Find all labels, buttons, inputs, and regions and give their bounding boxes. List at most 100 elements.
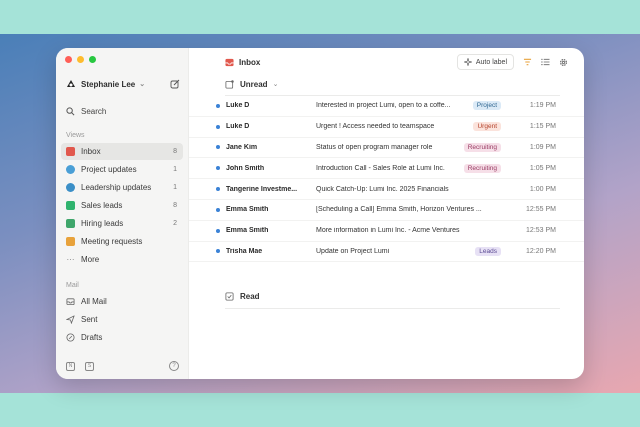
send-icon <box>66 315 75 324</box>
label-tag-recruiting: Recruiting <box>463 142 501 152</box>
read-group: Read <box>225 289 560 309</box>
sidebar-item-count: 1 <box>173 166 177 173</box>
filter-icon[interactable] <box>523 58 532 66</box>
email-row[interactable]: John Smith Introduction Call - Sales Rol… <box>189 158 584 180</box>
sidebar-item-label: Inbox <box>81 147 101 156</box>
close-window-button[interactable] <box>65 56 72 63</box>
unread-dot <box>216 228 220 233</box>
app-window: Stephanie Lee ⌄ Search Views Inbox 8 Pro… <box>56 48 584 379</box>
unread-dot <box>216 124 220 129</box>
search-icon <box>66 106 75 115</box>
info-icon <box>66 183 75 192</box>
search-label: Search <box>81 106 107 116</box>
draft-icon <box>66 333 75 342</box>
email-row[interactable]: Emma Smith [Scheduling a Call] Emma Smit… <box>189 200 584 221</box>
unread-dot <box>216 166 220 171</box>
unread-dot <box>216 145 220 150</box>
unread-dot <box>216 187 220 192</box>
sidebar-footer: N S ? <box>66 361 179 371</box>
label-tag-leads: Leads <box>475 246 501 256</box>
email-sender: Luke D <box>226 123 250 131</box>
email-subject: More information in Lumi Inc. - Acme Ven… <box>316 227 460 235</box>
label-tag-project: Project <box>472 101 501 111</box>
email-subject: Introduction Call - Sales Role at Lumi I… <box>316 164 445 172</box>
email-time: 12:53 PM <box>526 227 556 235</box>
sidebar-item-more[interactable]: ··· More <box>61 251 183 268</box>
calendar-app-icon[interactable]: S <box>85 361 94 371</box>
email-row[interactable]: Jane Kim Status of open program manager … <box>189 138 584 159</box>
at-icon <box>66 165 75 174</box>
sidebar-item-sales-leads[interactable]: Sales leads 8 <box>61 197 183 214</box>
sidebar-item-label: Meeting requests <box>81 237 143 246</box>
tray-icon <box>66 298 75 306</box>
sidebar-item-label: Drafts <box>81 333 103 342</box>
sidebar-item-label: Hiring leads <box>81 219 124 228</box>
zoom-window-button[interactable] <box>89 56 96 63</box>
inbox-icon <box>66 147 75 156</box>
divider <box>225 308 560 309</box>
gear-icon[interactable] <box>559 58 568 67</box>
read-group-label: Read <box>240 291 260 301</box>
sidebar: Stephanie Lee ⌄ Search Views Inbox 8 Pro… <box>56 48 189 379</box>
compose-icon[interactable] <box>170 79 180 89</box>
email-subject: Update on Project Lumi <box>316 247 390 255</box>
sidebar-item-project-updates[interactable]: Project updates 1 <box>61 161 183 178</box>
email-sender: Luke D <box>226 102 250 110</box>
sidebar-item-count: 8 <box>173 148 177 155</box>
sidebar-item-inbox[interactable]: Inbox 8 <box>61 143 183 160</box>
unread-group-toggle[interactable]: Unread ⌄ <box>225 77 584 91</box>
email-sender: Emma Smith <box>226 206 269 214</box>
notion-icon[interactable]: N <box>66 361 75 371</box>
minimize-window-button[interactable] <box>77 56 84 63</box>
search-item[interactable]: Search <box>56 104 188 118</box>
sidebar-item-drafts[interactable]: Drafts <box>61 329 183 346</box>
calendar-icon <box>66 237 75 246</box>
window-controls <box>56 56 188 66</box>
sidebar-item-sent[interactable]: Sent <box>61 311 183 328</box>
email-subject: Urgent ! Access needed to teamspace <box>316 123 435 131</box>
email-row[interactable]: Tangerine Investme... Quick Catch-Up: Lu… <box>189 179 584 200</box>
sidebar-item-meeting-requests[interactable]: Meeting requests <box>61 233 183 250</box>
email-sender: Jane Kim <box>226 143 258 151</box>
mail-icon <box>66 201 75 210</box>
email-row[interactable]: Luke D Urgent ! Access needed to teamspa… <box>189 117 584 138</box>
sparkle-icon <box>463 58 472 66</box>
sidebar-item-label: Sent <box>81 315 98 324</box>
unread-dot <box>216 249 220 254</box>
read-group-toggle[interactable]: Read <box>225 289 560 303</box>
email-row[interactable]: Luke D Interested in project Lumi, open … <box>189 96 584 117</box>
email-subject: Interested in project Lumi, open to a co… <box>316 102 451 110</box>
mail-list: All Mail Sent Drafts <box>56 293 188 346</box>
sidebar-item-count: 2 <box>173 220 177 227</box>
chevron-down-icon: ⌄ <box>139 81 146 88</box>
sidebar-item-label: Leadership updates <box>81 183 152 192</box>
email-subject: Quick Catch-Up: Lumi Inc. 2025 Financial… <box>316 185 449 193</box>
main-header: Inbox Auto label <box>189 49 584 75</box>
email-row[interactable]: Emma Smith More information in Lumi Inc.… <box>189 221 584 242</box>
account-name: Stephanie Lee <box>81 79 136 89</box>
email-sender: Tangerine Investme... <box>226 185 298 193</box>
mail-section-label: Mail <box>66 282 79 289</box>
email-subject: Status of open program manager role <box>316 143 433 151</box>
header-toolbar: Auto label <box>456 54 568 70</box>
sidebar-item-leadership-updates[interactable]: Leadership updates 1 <box>61 179 183 196</box>
list-view-icon[interactable] <box>541 58 550 66</box>
sidebar-item-label: All Mail <box>81 297 107 306</box>
email-row[interactable]: Trisha Mae Update on Project Lumi Leads … <box>189 242 584 263</box>
email-sender: Emma Smith <box>226 227 269 235</box>
sidebar-item-label: Project updates <box>81 165 137 174</box>
unread-icon <box>225 79 234 89</box>
sidebar-item-count: 8 <box>173 202 177 209</box>
views-section-label: Views <box>66 132 85 139</box>
sidebar-item-all-mail[interactable]: All Mail <box>61 293 183 310</box>
main-panel: Inbox Auto label Unread ⌄ Luke D Interes… <box>189 48 584 379</box>
ellipsis-icon: ··· <box>66 255 75 264</box>
sidebar-item-hiring-leads[interactable]: Hiring leads 2 <box>61 215 183 232</box>
email-list: Luke D Interested in project Lumi, open … <box>189 96 584 263</box>
auto-label-button[interactable]: Auto label <box>456 54 514 70</box>
checkbox-icon <box>225 291 234 301</box>
account-switcher[interactable]: Stephanie Lee ⌄ <box>56 76 188 92</box>
help-icon[interactable]: ? <box>169 361 179 371</box>
views-list: Inbox 8 Project updates 1 Leadership upd… <box>56 143 188 268</box>
unread-dot <box>216 207 220 212</box>
